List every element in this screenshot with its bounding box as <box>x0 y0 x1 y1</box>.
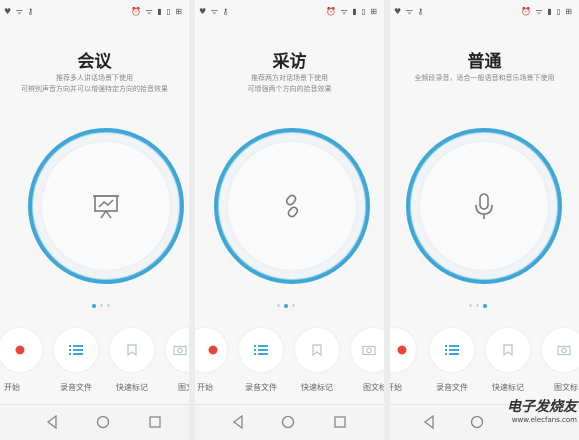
watermark-url: www.elecfans.com <box>511 416 577 424</box>
recents-icon[interactable] <box>148 415 162 429</box>
mode-title: 采访 <box>272 52 307 72</box>
photo-mark-button[interactable] <box>351 328 384 372</box>
status-icons-left: ♥ ᯤ ⚷ <box>199 7 230 16</box>
start-record-button[interactable] <box>195 328 227 372</box>
list-icon <box>445 345 459 355</box>
mode-description-line1: 推荐两方对话场景下使用 <box>251 74 328 82</box>
page-indicator <box>275 295 297 308</box>
back-icon[interactable] <box>45 415 59 429</box>
page-dot[interactable] <box>284 303 288 308</box>
navigation-bar <box>195 404 384 440</box>
bookmark-icon <box>127 344 137 356</box>
mode-title: 普通 <box>467 52 502 72</box>
quick-mark-button[interactable] <box>295 328 339 372</box>
record-icon <box>397 345 407 355</box>
panel-meeting: ♥ ᯤ ⚷ ⏰ ᯤ ▮ ▯ ⊞ 会议 推荐多人讲话场景下使用 可辨别声音方向并可… <box>0 0 189 440</box>
watermark-title: 电子发烧友 <box>507 399 577 415</box>
presentation-icon <box>93 195 119 219</box>
photo-mark-button[interactable] <box>542 328 579 372</box>
record-dial[interactable] <box>28 128 184 284</box>
recordings-label: 录音文件 <box>245 383 277 392</box>
quick-mark-label: 快速标记 <box>116 383 148 392</box>
navigation-bar <box>0 404 189 440</box>
list-icon <box>254 345 268 355</box>
page-dot[interactable] <box>100 304 103 307</box>
panel-interview: ♥ ᯤ ⚷ ⏰ ᯤ ▮ ▯ ⊞ 采访 推荐两方对话场景下使用 可增强两个方向的拾… <box>195 0 384 440</box>
record-dial-inner <box>228 142 356 270</box>
status-icons-right: ⏰ ᯤ ▮ ▯ ⊞ <box>131 7 183 16</box>
start-record-button[interactable] <box>0 328 42 372</box>
page-dot[interactable] <box>469 304 472 307</box>
record-dial[interactable] <box>406 128 562 284</box>
record-icon <box>208 345 218 355</box>
photo-mark-label: 图文标 <box>554 383 578 392</box>
record-dial-inner <box>42 142 170 270</box>
status-bar: ♥ ᯤ ⚷ ⏰ ᯤ ▮ ▯ ⊞ <box>0 4 189 18</box>
start-label: 开始 <box>4 383 20 392</box>
recordings-button[interactable] <box>430 328 474 372</box>
microphone-icon <box>475 193 493 219</box>
mode-description-line1: 全频段录音，适合一般语音和音乐场景下使用 <box>414 74 555 82</box>
home-icon[interactable] <box>281 415 295 429</box>
record-dial[interactable] <box>214 128 370 284</box>
camera-icon <box>173 345 187 356</box>
status-icons-right: ⏰ ᯤ ▮ ▯ ⊞ <box>521 7 573 16</box>
recents-icon[interactable] <box>333 415 347 429</box>
start-label: 开始 <box>390 383 402 392</box>
watermark: 电子发烧友 www.elecfans.com <box>467 396 577 424</box>
mode-description-line2: 可辨别声音方向并可以增强特定方向的拾音效果 <box>21 85 168 93</box>
recordings-button[interactable] <box>239 328 283 372</box>
page-dot[interactable] <box>92 303 96 308</box>
page-indicator <box>90 295 112 308</box>
status-icons-right: ⏰ ᯤ ▮ ▯ ⊞ <box>326 7 378 16</box>
home-icon[interactable] <box>96 415 110 429</box>
list-icon <box>69 345 83 355</box>
back-icon[interactable] <box>422 415 436 429</box>
page-indicator <box>467 295 489 308</box>
page-dot[interactable] <box>277 304 280 307</box>
photo-mark-label: 图文标 <box>363 383 384 392</box>
status-bar: ♥ ᯤ ⚷ ⏰ ᯤ ▮ ▯ ⊞ <box>390 4 579 18</box>
record-dial-inner <box>420 142 548 270</box>
page-dot[interactable] <box>476 304 479 307</box>
quick-mark-button[interactable] <box>486 328 530 372</box>
page-dot[interactable] <box>292 304 295 307</box>
bookmark-icon <box>503 344 513 356</box>
quick-mark-button[interactable] <box>110 328 154 372</box>
panel-normal: ♥ ᯤ ⚷ ⏰ ᯤ ▮ ▯ ⊞ 普通 全频段录音，适合一般语音和音乐场景下使用 … <box>390 0 579 440</box>
start-label: 开始 <box>197 383 213 392</box>
start-record-button[interactable] <box>390 328 416 372</box>
status-icons-left: ♥ ᯤ ⚷ <box>4 7 35 16</box>
bookmark-icon <box>312 344 322 356</box>
photo-mark-label: 图文标 <box>178 383 189 392</box>
quick-mark-label: 快速标记 <box>492 383 524 392</box>
photo-mark-button[interactable] <box>166 328 189 372</box>
record-icon <box>15 345 25 355</box>
mode-title: 会议 <box>77 52 112 72</box>
recordings-label: 录音文件 <box>60 383 92 392</box>
recordings-button[interactable] <box>54 328 98 372</box>
status-icons-left: ♥ ᯤ ⚷ <box>394 7 425 16</box>
back-icon[interactable] <box>231 415 245 429</box>
quick-mark-label: 快速标记 <box>301 383 333 392</box>
status-bar: ♥ ᯤ ⚷ ⏰ ᯤ ▮ ▯ ⊞ <box>195 4 384 18</box>
page-dot[interactable] <box>107 304 110 307</box>
camera-icon <box>557 345 571 356</box>
mode-description-line1: 推荐多人讲话场景下使用 <box>56 74 133 82</box>
camera-icon <box>362 345 376 356</box>
interview-icon <box>285 194 299 218</box>
page-dot[interactable] <box>483 303 487 308</box>
recordings-label: 录音文件 <box>436 383 468 392</box>
mode-description-line2: 可增强两个方向的拾音效果 <box>247 85 332 93</box>
